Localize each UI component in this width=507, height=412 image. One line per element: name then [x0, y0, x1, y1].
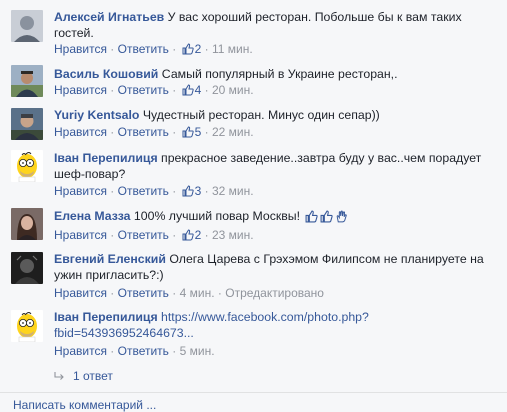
- comment-author[interactable]: Алексей Игнатьев: [54, 10, 164, 24]
- thumbs-up-icon: [182, 43, 194, 55]
- like-count-value: 4: [194, 83, 202, 97]
- like-count[interactable]: 2: [180, 42, 202, 56]
- thumbs-up-icon: [321, 210, 334, 223]
- homer-simpson-avatar-icon: [11, 150, 43, 182]
- separator: ·: [110, 286, 115, 300]
- separator: ·: [172, 344, 177, 358]
- comment-author[interactable]: Елена Мазза: [54, 209, 131, 223]
- separator: ·: [204, 125, 209, 139]
- reply-button[interactable]: Ответить: [118, 184, 169, 198]
- replies-count: 1 ответ: [73, 369, 113, 383]
- avatar-ivan[interactable]: [11, 150, 43, 182]
- comment-time[interactable]: 23 мин.: [212, 228, 254, 242]
- separator: ·: [204, 228, 209, 242]
- thumbs-up-icon: [182, 229, 194, 241]
- separator: ·: [204, 42, 209, 56]
- view-replies-link[interactable]: 1 ответ: [54, 368, 113, 384]
- like-button[interactable]: Нравится: [54, 83, 107, 97]
- homer-simpson-avatar-icon: [11, 310, 43, 342]
- comment-time[interactable]: 22 мин.: [212, 125, 254, 139]
- comment-text: Чудестный ресторан. Минус один сепар)): [142, 108, 380, 122]
- reply-button[interactable]: Ответить: [118, 125, 169, 139]
- like-count[interactable]: 4: [180, 83, 202, 97]
- separator: ·: [110, 228, 115, 242]
- user-photo-icon: [11, 252, 43, 284]
- thumbs-up-icon: [182, 185, 194, 197]
- user-photo-icon: [11, 65, 43, 97]
- reply-button[interactable]: Ответить: [118, 344, 169, 358]
- like-button[interactable]: Нравится: [54, 42, 107, 56]
- like-count[interactable]: 5: [180, 125, 202, 139]
- like-count[interactable]: 3: [180, 184, 202, 198]
- hand-icon: [337, 210, 348, 223]
- thumbs-up-icon: [306, 210, 319, 223]
- comment-author[interactable]: Іван Перепилиця: [54, 310, 158, 324]
- comment-time[interactable]: 32 мин.: [212, 184, 254, 198]
- reply-button[interactable]: Ответить: [118, 228, 169, 242]
- separator: ·: [110, 184, 115, 198]
- avatar-elena[interactable]: [11, 208, 43, 240]
- comment-author[interactable]: Yuriy Kentsalo: [54, 108, 139, 122]
- reply-button[interactable]: Ответить: [118, 286, 169, 300]
- comment-author[interactable]: Евгений Еленский: [54, 252, 166, 266]
- user-photo-icon: [11, 108, 43, 140]
- separator: ·: [172, 125, 177, 139]
- like-button[interactable]: Нравится: [54, 184, 107, 198]
- like-count-value: 5: [194, 125, 202, 139]
- comment-time[interactable]: 20 мин.: [212, 83, 254, 97]
- user-photo-icon: [11, 10, 43, 42]
- like-count-value: 2: [194, 228, 202, 242]
- avatar-vasyl[interactable]: [11, 65, 43, 97]
- comment-time[interactable]: 4 мин.: [180, 286, 215, 300]
- comment-time[interactable]: 5 мин.: [180, 344, 215, 358]
- avatar-evgeniy[interactable]: [11, 252, 43, 284]
- separator: ·: [204, 83, 209, 97]
- comment-author[interactable]: Іван Перепилиця: [54, 151, 158, 165]
- comment-text: 100% лучший повар Москвы!: [133, 209, 301, 223]
- comment-author[interactable]: Василь Кошовий: [54, 67, 158, 81]
- separator: ·: [172, 184, 177, 198]
- like-count-value: 3: [194, 184, 202, 198]
- edited-label[interactable]: Отредактировано: [225, 286, 324, 300]
- separator: ·: [172, 83, 177, 97]
- comment-text: Самый популярный в Украине ресторан,.: [161, 67, 398, 81]
- like-button[interactable]: Нравится: [54, 125, 107, 139]
- separator: ·: [110, 344, 115, 358]
- reply-arrow-icon: [54, 372, 64, 381]
- separator: ·: [172, 228, 177, 242]
- thumbs-up-icon: [182, 84, 194, 96]
- like-count-value: 2: [194, 42, 202, 56]
- thumbs-up-icon: [182, 126, 194, 138]
- like-button[interactable]: Нравится: [54, 228, 107, 242]
- separator: ·: [217, 286, 222, 300]
- separator: ·: [172, 286, 177, 300]
- avatar-yuriy[interactable]: [11, 108, 43, 140]
- like-count[interactable]: 2: [180, 228, 202, 242]
- separator: ·: [110, 42, 115, 56]
- avatar-ivan[interactable]: [11, 310, 43, 342]
- comment-time[interactable]: 11 мин.: [212, 42, 253, 56]
- write-comment-bar: Написать комментарий ...: [0, 392, 507, 412]
- separator: ·: [172, 42, 177, 56]
- separator: ·: [110, 83, 115, 97]
- like-button[interactable]: Нравится: [54, 344, 107, 358]
- separator: ·: [110, 125, 115, 139]
- reply-button[interactable]: Ответить: [118, 42, 169, 56]
- separator: ·: [204, 184, 209, 198]
- user-photo-icon: [11, 208, 43, 240]
- reply-button[interactable]: Ответить: [118, 83, 169, 97]
- like-button[interactable]: Нравится: [54, 286, 107, 300]
- avatar-aleksey[interactable]: [11, 10, 43, 42]
